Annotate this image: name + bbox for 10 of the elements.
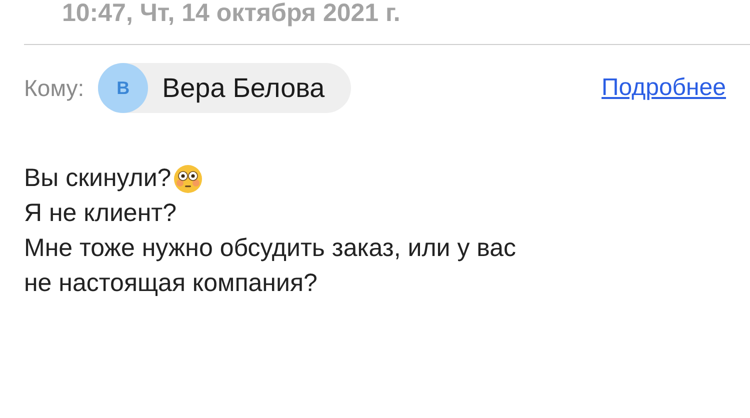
date-time: 10:47, Чт, 14 октября 2021 г. — [61, 0, 402, 29]
flushed-face-icon — [173, 164, 204, 194]
recipient-name: Вера Белова — [162, 72, 325, 104]
message-text: Я не клиент? — [24, 198, 176, 229]
message-text: Вы скинули? — [24, 163, 172, 194]
details-link[interactable]: Подробнее — [602, 74, 726, 102]
avatar: В — [98, 63, 148, 113]
message-text: Мне тоже нужно обсудить заказ, или у вас не настоящая компания? — [24, 233, 518, 299]
to-label: Кому: — [24, 74, 84, 102]
recipient-chip[interactable]: В Вера Белова — [98, 63, 351, 113]
